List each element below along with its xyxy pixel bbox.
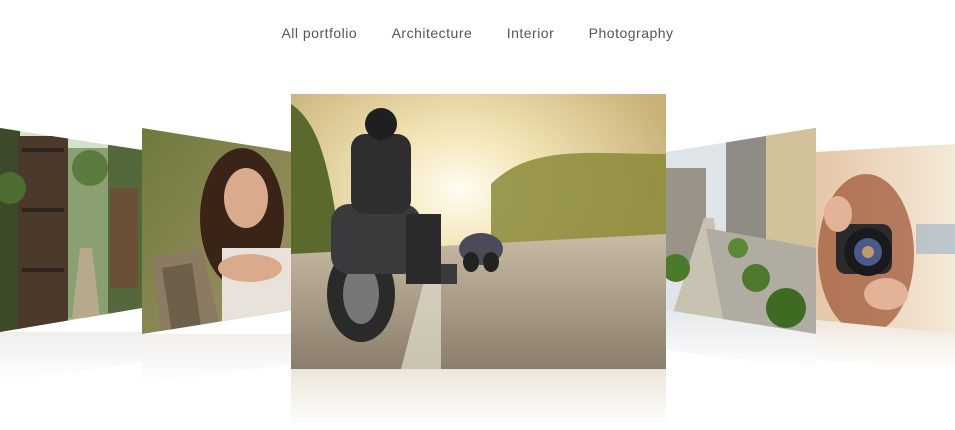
coverflow-slider bbox=[0, 90, 955, 430]
slide-woman-portrait[interactable] bbox=[142, 128, 292, 384]
filter-architecture[interactable]: Architecture bbox=[392, 23, 473, 43]
filter-interior[interactable]: Interior bbox=[507, 23, 555, 43]
garden-gate-image bbox=[0, 128, 142, 332]
slide-garden-gate[interactable] bbox=[0, 128, 142, 382]
filter-photography[interactable]: Photography bbox=[589, 23, 674, 43]
house-walkway-image bbox=[666, 128, 816, 334]
portfolio-filter-nav: All portfolio Architecture Interior Phot… bbox=[0, 23, 955, 43]
slide-motorcycle-road[interactable] bbox=[291, 94, 666, 427]
slide-house-walkway[interactable] bbox=[666, 128, 816, 370]
woman-portrait-reflection bbox=[142, 334, 292, 384]
motorcycle-road-reflection bbox=[291, 369, 666, 427]
photographer-image bbox=[816, 144, 955, 334]
slide-photographer[interactable] bbox=[816, 144, 955, 370]
woman-portrait-image bbox=[142, 128, 292, 334]
filter-all-portfolio[interactable]: All portfolio bbox=[281, 23, 357, 43]
motorcycle-road-image bbox=[291, 94, 666, 369]
garden-gate-reflection bbox=[0, 332, 142, 382]
